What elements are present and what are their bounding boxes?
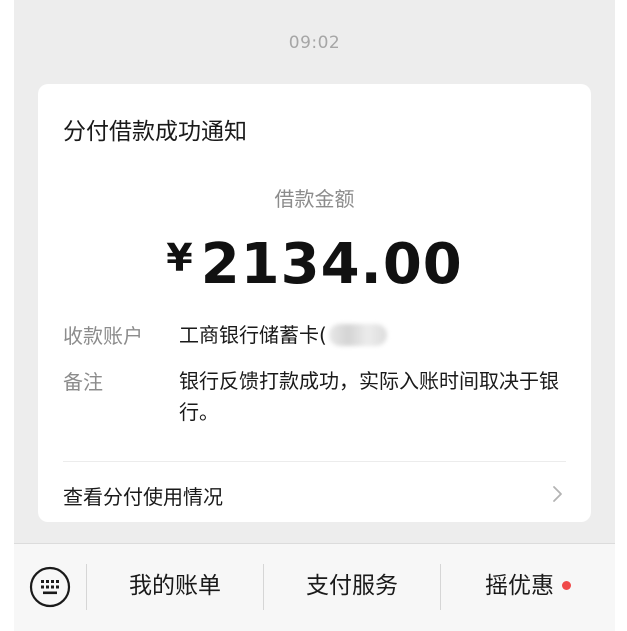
chat-frame: 09:02 分付借款成功通知 借款金额 ¥2134.00 收款账户 工商银行储蓄… (14, 0, 615, 631)
amount-label: 借款金额 (274, 187, 355, 211)
note-value: 银行反馈打款成功，实际入账时间取决于银行。 (179, 369, 559, 424)
menu-shake-discounts-label: 摇优惠 (485, 573, 554, 599)
redacted-account-number (328, 324, 387, 346)
card-title: 分付借款成功通知 (63, 119, 247, 145)
account-value: 工商银行储蓄卡( (179, 323, 327, 347)
amount-value: 2134.00 (200, 232, 463, 297)
card-divider (63, 461, 566, 462)
menu-payment-services[interactable]: 支付服务 (264, 544, 440, 631)
bottom-menu-bar: 我的账单 支付服务 摇优惠 (14, 543, 615, 631)
menu-shake-discounts[interactable]: 摇优惠 (441, 544, 615, 631)
currency-symbol: ¥ (166, 236, 193, 280)
note-label: 备注 (63, 370, 103, 394)
message-timestamp: 09:02 (288, 33, 341, 53)
menu-my-bills[interactable]: 我的账单 (87, 544, 263, 631)
keyboard-icon[interactable] (29, 566, 71, 608)
loan-notification-card[interactable]: 分付借款成功通知 借款金额 ¥2134.00 收款账户 工商银行储蓄卡( 备注 … (38, 84, 591, 522)
amount-display: ¥2134.00 (38, 232, 591, 297)
account-value-wrap: 工商银行储蓄卡( (179, 320, 569, 351)
chevron-right-icon[interactable] (547, 484, 567, 504)
account-label: 收款账户 (63, 324, 143, 348)
view-usage-link[interactable]: 查看分付使用情况 (63, 481, 223, 510)
notification-dot (562, 581, 571, 590)
